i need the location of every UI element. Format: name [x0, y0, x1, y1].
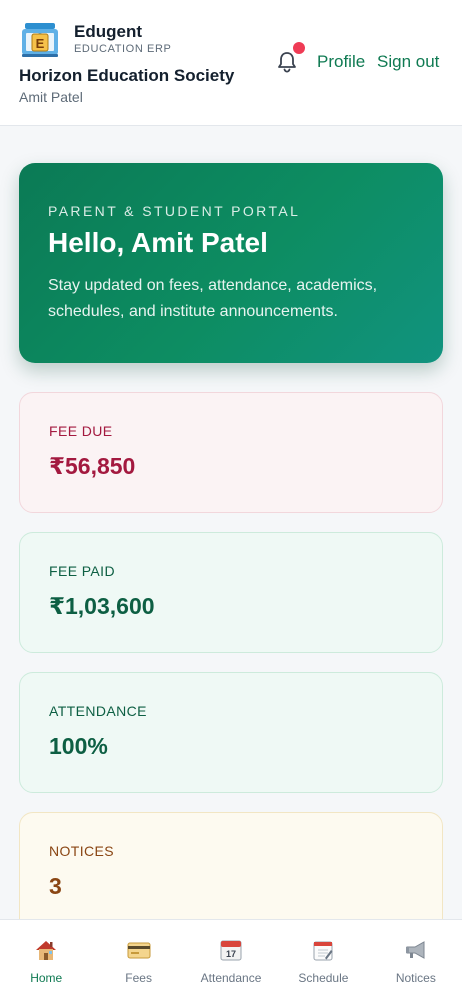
attendance-card[interactable]: ATTENDANCE 100% — [19, 672, 443, 793]
nav-item-fees[interactable]: Fees — [92, 920, 184, 1000]
fee-paid-value: ₹1,03,600 — [49, 593, 155, 619]
sign-out-link[interactable]: Sign out — [377, 52, 439, 72]
attendance-label: ATTENDANCE — [49, 703, 147, 719]
nav-label-attendance: Attendance — [200, 971, 262, 985]
spiral-notepad-icon — [313, 941, 333, 961]
greeting-title: Hello, Amit Patel — [48, 227, 268, 258]
nav-item-notices[interactable]: Notices — [370, 920, 462, 1000]
house-icon — [36, 941, 57, 960]
fee-due-card[interactable]: FEE DUE ₹56,850 — [19, 392, 443, 513]
calendar-icon: 17 — [220, 940, 242, 961]
fee-due-value: ₹56,850 — [49, 453, 136, 479]
notices-label: NOTICES — [49, 843, 115, 859]
portal-kicker: PARENT & STUDENT PORTAL — [48, 203, 301, 219]
user-name: Amit Patel — [19, 89, 83, 105]
fee-paid-card[interactable]: FEE PAID ₹1,03,600 — [19, 532, 443, 653]
notification-badge — [293, 42, 305, 54]
nav-label-notices: Notices — [395, 971, 436, 985]
school-books-logo-icon: E — [22, 23, 58, 57]
fee-due-label: FEE DUE — [49, 423, 113, 439]
credit-card-icon — [127, 942, 151, 959]
svg-text:17: 17 — [226, 949, 236, 959]
notices-value: 3 — [49, 873, 62, 899]
nav-label-schedule: Schedule — [298, 971, 349, 985]
fee-paid-label: FEE PAID — [49, 563, 115, 579]
nav-item-home[interactable]: Home — [0, 920, 92, 1000]
brand-subtitle: EDUCATION ERP — [74, 43, 172, 55]
app-header: E Edugent EDUCATION ERP Horizon Educatio… — [0, 0, 462, 126]
nav-item-schedule[interactable]: Schedule — [277, 920, 369, 1000]
profile-link[interactable]: Profile — [317, 52, 365, 72]
nav-item-attendance[interactable]: 17 Attendance — [185, 920, 277, 1000]
organization-name: Horizon Education Society — [19, 66, 235, 85]
brand-name: Edugent — [74, 22, 142, 41]
greeting-description: Stay updated on fees, attendance, academ… — [48, 277, 378, 320]
nav-label-home: Home — [30, 971, 63, 985]
nav-label-fees: Fees — [125, 971, 152, 985]
bottom-navigation: Home Fees 17 Attendance Schedule Notices — [0, 919, 462, 1000]
parent-portal-page: E Edugent EDUCATION ERP Horizon Educatio… — [0, 0, 462, 1000]
megaphone-icon — [405, 941, 425, 959]
svg-text:E: E — [36, 36, 45, 51]
attendance-value: 100% — [49, 733, 108, 759]
welcome-banner: PARENT & STUDENT PORTAL Hello, Amit Pate… — [19, 163, 443, 363]
